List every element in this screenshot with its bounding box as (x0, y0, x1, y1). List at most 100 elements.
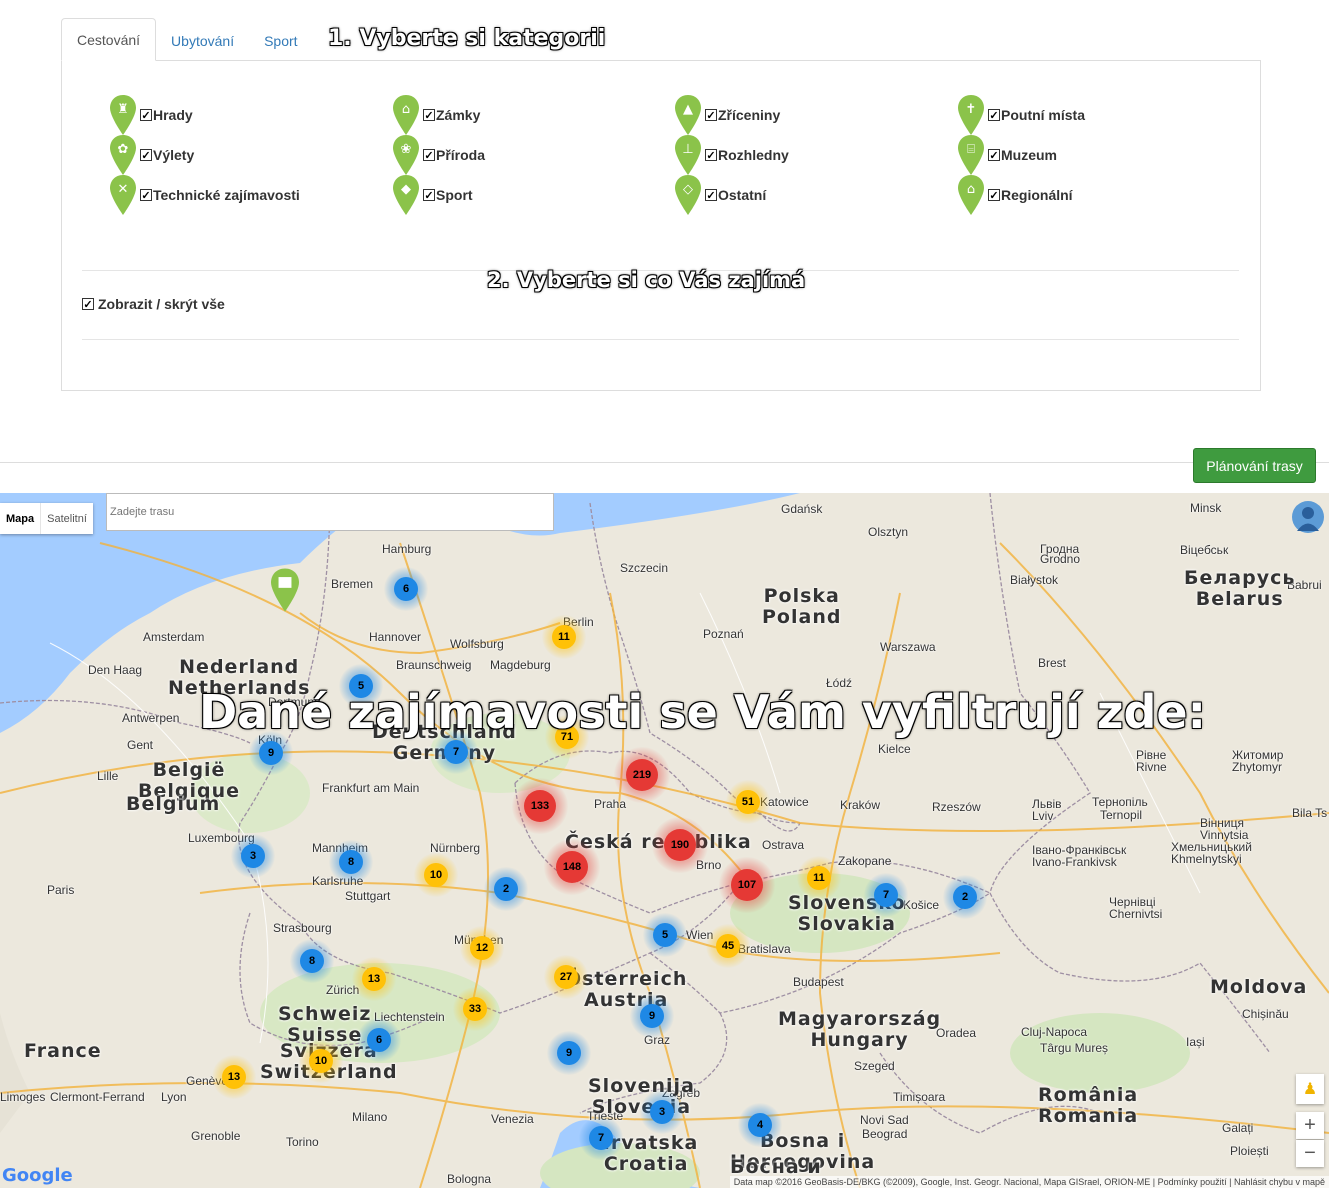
tab-cestovani[interactable]: Cestování (61, 18, 157, 61)
category-checkbox[interactable]: ✓ (988, 149, 1000, 162)
map-type-satellite-button[interactable]: Satelitní (40, 503, 93, 534)
tab-sport[interactable]: Sport (249, 21, 312, 61)
map-pin-castle-icon[interactable] (271, 568, 299, 617)
tab-ubytovani[interactable]: Ubytování (156, 21, 249, 61)
marker-cluster[interactable]: 4 (738, 1103, 782, 1147)
city-label: Timișoara (893, 1090, 946, 1104)
marker-cluster[interactable]: 13 (352, 957, 396, 1001)
marker-cluster[interactable]: 9 (630, 994, 674, 1038)
category-checkbox[interactable]: ✓ (140, 189, 152, 202)
category-checkbox[interactable]: ✓ (423, 149, 435, 162)
marker-cluster[interactable]: 12 (460, 926, 504, 970)
category-checkbox[interactable]: ✓ (140, 149, 152, 162)
category-checkbox[interactable]: ✓ (988, 109, 1000, 122)
marker-cluster[interactable]: 3 (640, 1090, 684, 1134)
marker-cluster[interactable]: 3 (231, 834, 275, 878)
category-checkbox[interactable]: ✓ (705, 149, 717, 162)
toggle-all-check-icon[interactable]: ✓ (82, 298, 94, 311)
category-checkbox[interactable]: ✓ (705, 109, 717, 122)
marker-cluster[interactable]: 2 (943, 875, 987, 919)
marker-cluster-count: 51 (736, 790, 760, 814)
chateau-icon: ⌂ (393, 95, 419, 135)
marker-cluster[interactable]: 219 (614, 747, 670, 803)
city-label: Magdeburg (490, 658, 551, 672)
category-sport[interactable]: ◆ ✓ Sport (393, 175, 473, 215)
marker-cluster[interactable]: 148 (544, 839, 600, 895)
marker-cluster[interactable]: 7 (864, 873, 908, 917)
marker-cluster[interactable]: 9 (547, 1031, 591, 1075)
step2-caption: 2. Vyberte si co Vás zajímá (487, 268, 806, 292)
marker-cluster[interactable]: 51 (726, 780, 770, 824)
city-label: Тернопіль (1092, 795, 1148, 809)
marker-cluster[interactable]: 6 (384, 567, 428, 611)
marker-cluster[interactable]: 190 (652, 817, 708, 873)
map-type-map-button[interactable]: Mapa (0, 503, 40, 534)
category-checkbox[interactable]: ✓ (705, 189, 717, 202)
marker-cluster[interactable]: 5 (643, 913, 687, 957)
category-trip[interactable]: ✿ ✓ Výlety (110, 135, 194, 175)
marker-cluster[interactable]: 27 (544, 955, 588, 999)
country-label: Polska Poland (762, 586, 841, 628)
toggle-all-checkbox[interactable]: ✓ Zobrazit / skrýt vše (82, 296, 225, 312)
city-label: Olsztyn (868, 525, 909, 539)
svg-text:▲: ▲ (683, 102, 693, 117)
marker-cluster[interactable]: 8 (329, 840, 373, 884)
map[interactable]: Gdańsk Olsztyn Minsk Hamburg Szczecin Bremen B… (0, 493, 1329, 1188)
street-view-pegman-icon[interactable]: ♟ (1296, 1074, 1324, 1104)
country-name: Slovenija (588, 1075, 695, 1097)
category-castle[interactable]: ♜ ✓ Hrady (110, 95, 193, 135)
regional-icon: ⌂ (958, 175, 984, 215)
country-name: Босна и (730, 1156, 822, 1178)
country-label: Belgium (126, 794, 220, 815)
marker-cluster-count: 219 (626, 759, 658, 791)
category-chateau[interactable]: ⌂ ✓ Zámky (393, 95, 480, 135)
category-other[interactable]: ◇ ✓ Ostatní (675, 175, 766, 215)
category-ruin[interactable]: ▲ ✓ Zříceniny (675, 95, 780, 135)
category-tools[interactable]: ✕ ✓ Technické zajímavosti (110, 175, 300, 215)
category-pilgrimage[interactable]: ✝ ✓ Poutní místa (958, 95, 1085, 135)
city-label: Hamburg (382, 542, 432, 556)
marker-cluster[interactable]: 2 (484, 867, 528, 911)
marker-cluster[interactable]: 11 (542, 615, 586, 659)
category-checkbox[interactable]: ✓ (988, 189, 1000, 202)
marker-cluster[interactable]: 45 (706, 924, 750, 968)
country-name-en: Poland (762, 606, 842, 628)
city-label: Ivano-Frankivsk (1032, 855, 1117, 869)
city-label: Limoges (0, 1090, 46, 1104)
marker-cluster[interactable]: 13 (212, 1055, 256, 1099)
city-label: Rzeszów (932, 800, 981, 814)
marker-cluster[interactable]: 33 (453, 987, 497, 1031)
marker-cluster[interactable]: 133 (512, 778, 568, 834)
user-avatar-icon[interactable] (1292, 501, 1324, 533)
svg-text:⊥: ⊥ (682, 142, 693, 157)
category-checkbox[interactable]: ✓ (423, 109, 435, 122)
category-label: Sport (436, 187, 473, 203)
category-label: Poutní místa (1001, 107, 1086, 123)
marker-cluster[interactable]: 10 (414, 853, 458, 897)
city-label: Milano (352, 1110, 388, 1124)
zoom-out-button[interactable]: − (1296, 1140, 1324, 1167)
category-checkbox[interactable]: ✓ (140, 109, 152, 122)
marker-cluster[interactable]: 10 (299, 1039, 343, 1083)
category-label: Příroda (436, 147, 486, 163)
google-logo: Google (2, 1165, 73, 1186)
category-museum[interactable]: ⌸ ✓ Muzeum (958, 135, 1057, 175)
category-label: Hrady (153, 107, 193, 123)
category-nature[interactable]: ❀ ✓ Příroda (393, 135, 485, 175)
marker-cluster[interactable]: 6 (357, 1018, 401, 1062)
country-name: Magyarország (778, 1008, 942, 1030)
category-lookout-tower[interactable]: ⊥ ✓ Rozhledny (675, 135, 789, 175)
zoom-in-button[interactable]: + (1296, 1112, 1324, 1139)
marker-cluster[interactable]: 11 (797, 856, 841, 900)
marker-cluster[interactable]: 107 (719, 857, 775, 913)
country-name-en: Hungary (810, 1029, 909, 1051)
marker-cluster[interactable]: 7 (579, 1116, 623, 1160)
category-regional[interactable]: ⌂ ✓ Regionální (958, 175, 1073, 215)
route-planning-button[interactable]: Plánování trasy (1193, 448, 1316, 483)
city-label: Gent (127, 738, 154, 752)
trip-icon: ✿ (110, 135, 136, 175)
route-input[interactable] (106, 493, 554, 531)
city-label: Budapest (793, 975, 844, 989)
category-checkbox[interactable]: ✓ (423, 189, 435, 202)
marker-cluster[interactable]: 8 (290, 939, 334, 983)
